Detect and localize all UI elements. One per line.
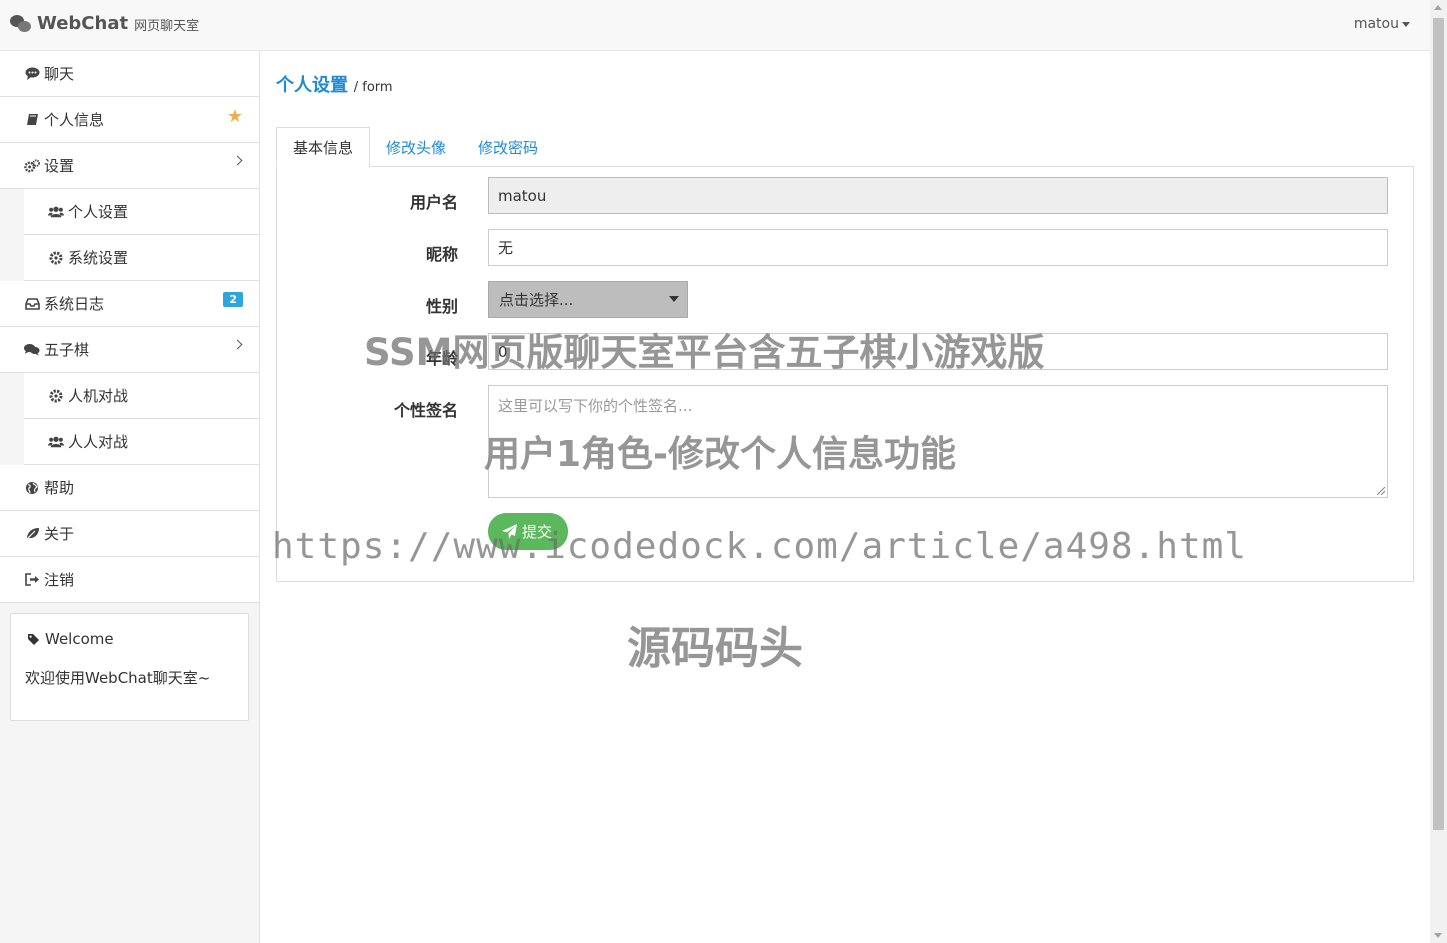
users-icon (48, 435, 64, 449)
breadcrumb: 个人设置 / form (276, 71, 393, 97)
sidebar-item-gomoku[interactable]: 五子棋 (0, 327, 259, 373)
user-name: matou (1353, 16, 1399, 32)
tab-change-password[interactable]: 修改密码 (462, 127, 554, 167)
age-label: 年龄 (425, 349, 458, 368)
brand[interactable]: WebChat 网页聊天室 (10, 13, 199, 34)
scroll-thumb[interactable] (1433, 18, 1444, 830)
sidebar-item-label: 帮助 (44, 479, 75, 497)
breadcrumb-sub: form (362, 80, 393, 95)
sidebar-item-label: 人机对战 (68, 387, 129, 405)
tag-icon (25, 632, 41, 646)
wechat-icon (10, 14, 32, 34)
sidebar-item-chat[interactable]: 聊天 (0, 51, 259, 97)
welcome-text: 欢迎使用WebChat聊天室~ (25, 669, 211, 687)
welcome-panel: Welcome 欢迎使用WebChat聊天室~ (10, 613, 249, 721)
sidebar-item-logout[interactable]: 注销 (0, 557, 259, 603)
scroll-up-arrow-icon[interactable] (1434, 5, 1442, 10)
user-menu[interactable]: matou (1354, 16, 1410, 32)
leaf-icon (24, 527, 40, 541)
sidebar-item-label: 人人对战 (68, 433, 129, 451)
sign-out-icon (24, 573, 40, 587)
sidebar-item-label: 个人信息 (44, 111, 105, 129)
basic-info-form: 用户名 matou 昵称 无 性别 点击选择... 年龄 0 个性签名 这里可以… (276, 166, 1414, 582)
sidebar-item-label: 设置 (44, 157, 75, 175)
page-title[interactable]: 个人设置 (276, 75, 348, 96)
sidebar-item-label: 个人设置 (68, 203, 129, 221)
gender-select-value: 点击选择... (499, 291, 574, 309)
username-label: 用户名 (409, 193, 458, 212)
signature-label: 个性签名 (393, 401, 458, 420)
tab-basic-info[interactable]: 基本信息 (276, 127, 371, 168)
main-content: 个人设置 / form 基本信息 修改头像 修改密码 用户名 matou 昵称 … (260, 51, 1430, 943)
book-icon (24, 113, 40, 127)
welcome-title: Welcome (25, 630, 234, 648)
nickname-label: 昵称 (425, 245, 458, 264)
sidebar-item-vs-human[interactable]: 人人对战 (24, 419, 259, 465)
sidebar-item-system-log[interactable]: 系统日志 2 (0, 281, 259, 327)
gender-select[interactable]: 点击选择... (488, 281, 688, 318)
inbox-icon (24, 297, 40, 311)
tab-bar: 基本信息 修改头像 修改密码 (276, 127, 554, 168)
scroll-down-arrow-icon[interactable] (1434, 933, 1442, 938)
resize-grip-icon[interactable] (1377, 487, 1385, 495)
brand-name: WebChat (37, 13, 129, 34)
username-field: matou (488, 177, 1388, 214)
signature-textarea[interactable]: 这里可以写下你的个性签名... (488, 385, 1388, 498)
globe-icon (24, 481, 40, 495)
sidebar-item-label: 关于 (44, 525, 75, 543)
chevron-right-icon (232, 339, 243, 350)
gear-icon (48, 251, 64, 265)
sidebar-item-help[interactable]: 帮助 (0, 465, 259, 511)
tab-change-avatar[interactable]: 修改头像 (370, 127, 462, 167)
cogs-icon (24, 158, 40, 173)
submit-label: 提交 (522, 523, 553, 541)
gender-label: 性别 (425, 297, 458, 316)
sidebar-item-label: 系统设置 (68, 249, 129, 267)
sidebar-item-system-settings[interactable]: 系统设置 (24, 235, 259, 281)
caret-down-icon (669, 296, 679, 302)
gear-icon (48, 389, 64, 403)
submit-button[interactable]: 提交 (488, 513, 569, 550)
sidebar: 聊天 个人信息 ★ 设置 个人设置 系统设置 系统日志 2 五子棋 人机对战 人… (0, 51, 260, 943)
comments-icon (24, 343, 40, 357)
brand-subtitle: 网页聊天室 (134, 19, 200, 34)
sidebar-item-settings[interactable]: 设置 (0, 143, 259, 189)
sidebar-item-label: 注销 (44, 571, 75, 589)
sidebar-item-about[interactable]: 关于 (0, 511, 259, 557)
chevron-right-icon (232, 155, 243, 166)
sidebar-item-profile[interactable]: 个人信息 ★ (0, 97, 259, 143)
welcome-title-text: Welcome (45, 630, 114, 648)
caret-down-icon (1402, 21, 1410, 27)
star-icon: ★ (226, 106, 243, 127)
sidebar-item-personal-settings[interactable]: 个人设置 (24, 189, 259, 235)
paper-plane-icon (502, 524, 518, 539)
sidebar-item-label: 系统日志 (44, 295, 105, 313)
sidebar-item-label: 聊天 (44, 65, 75, 83)
page-scrollbar[interactable] (1430, 0, 1447, 943)
sidebar-item-label: 五子棋 (44, 341, 90, 359)
age-field[interactable]: 0 (488, 333, 1388, 370)
sidebar-item-vs-computer[interactable]: 人机对战 (24, 373, 259, 419)
users-icon (48, 205, 64, 219)
breadcrumb-separator: / (353, 80, 363, 95)
count-badge: 2 (223, 292, 243, 307)
signature-placeholder: 这里可以写下你的个性签名... (498, 397, 693, 415)
comment-icon (24, 67, 40, 81)
nickname-field[interactable]: 无 (488, 229, 1388, 266)
top-navbar: WebChat 网页聊天室 matou (0, 0, 1430, 51)
